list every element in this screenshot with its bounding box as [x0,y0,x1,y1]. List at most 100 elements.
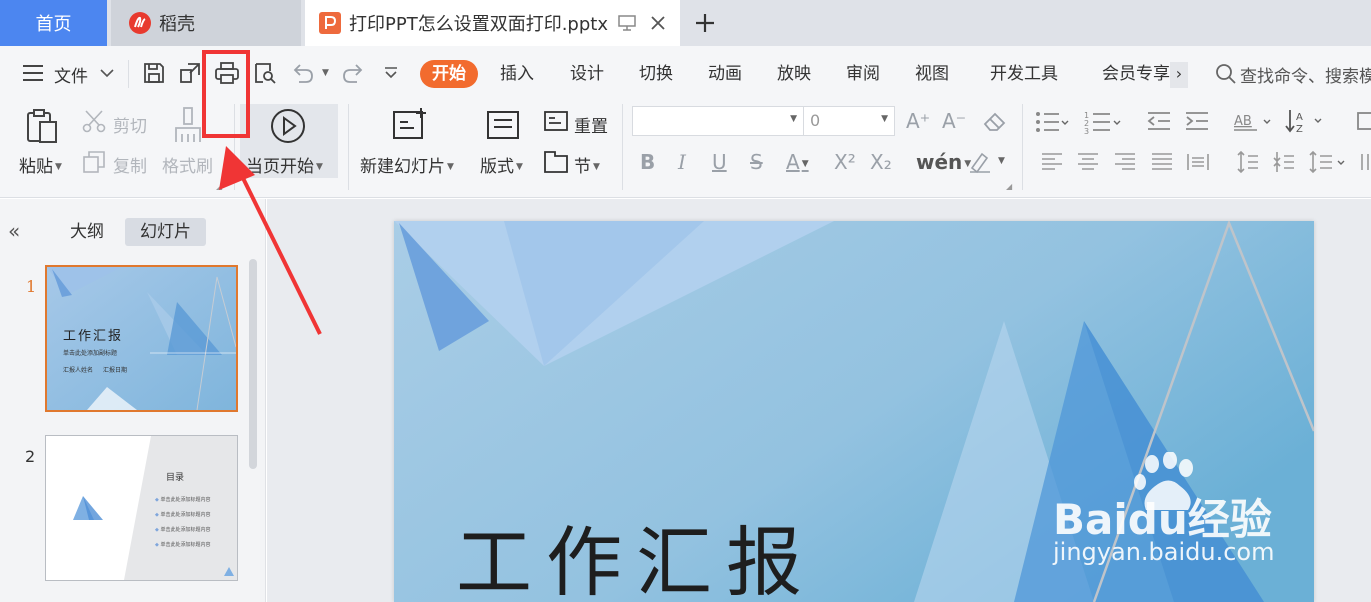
font-launcher-icon[interactable]: ◢ [1006,182,1012,191]
font-color-icon[interactable]: A ▼ [786,150,809,174]
search-input[interactable]: 查找命令、搜索模板 [1240,62,1371,87]
export-icon[interactable] [175,58,205,88]
format-painter-button[interactable]: 格式刷 [162,152,213,177]
file-menu[interactable]: 文件 [54,62,88,87]
align-left-icon[interactable] [1040,152,1064,172]
new-tab-button[interactable] [690,9,720,37]
tab-daoke-label: 稻壳 [159,14,195,35]
panel-scrollbar[interactable] [249,259,257,469]
chevron-down-icon[interactable] [100,68,114,78]
copy-icon[interactable] [82,150,106,174]
play-icon[interactable] [270,108,306,144]
ribbon-tab-insert[interactable]: 插入 [500,60,534,88]
hamburger-icon[interactable] [22,64,44,82]
align-center-icon[interactable] [1076,152,1100,172]
subscript-icon[interactable]: X₂ [870,150,892,174]
slide-thumbnail-1[interactable]: 工作汇报 单击此处添加副标题 汇报人姓名 汇报日期 [45,265,238,412]
copy-button[interactable]: 复制 [113,152,147,177]
text-direction-icon[interactable]: AB [1233,110,1273,134]
strikethrough-icon[interactable]: S [750,150,763,174]
tab-bar: 首页 稻壳 打印PPT怎么设置双面打印.pptx [0,0,1371,46]
decrease-font-icon[interactable]: A⁻ [942,109,966,133]
superscript-icon[interactable]: X² [834,150,856,174]
cut-button[interactable]: 剪切 [113,112,147,137]
bullet-list-icon[interactable] [1035,110,1069,134]
align-right-icon[interactable] [1113,152,1137,172]
font-name-combo[interactable]: ▼ [632,106,804,136]
font-size-combo[interactable]: 0 ▼ [803,106,895,136]
redo-icon[interactable] [338,58,368,88]
tab-document[interactable]: 打印PPT怎么设置双面打印.pptx [305,0,680,46]
increase-font-icon[interactable]: A⁺ [906,109,930,133]
line-spacing-icon[interactable] [1236,150,1260,174]
section-button[interactable]: 节 ▼ [574,152,600,177]
paragraph-spacing-icon[interactable] [1272,150,1296,174]
more-paragraph-icon[interactable] [1356,110,1371,132]
italic-icon[interactable]: I [678,150,686,174]
ribbon-tab-start[interactable]: 开始 [420,60,478,88]
ribbon-tab-transition[interactable]: 切换 [639,60,673,88]
reset-icon[interactable] [543,110,569,132]
tab-daoke[interactable]: 稻壳 [111,0,301,46]
font-size-dropdown-icon[interactable]: ▼ [881,114,888,124]
font-name-dropdown-icon[interactable]: ▼ [790,114,797,124]
paste-button[interactable]: 粘贴 ▼ [19,152,62,177]
ribbon-tab-animation[interactable]: 动画 [708,60,742,88]
ribbon-scroll-right[interactable]: › [1170,62,1188,88]
svg-text:AB: AB [1234,114,1252,129]
ribbon-tab-review[interactable]: 审阅 [846,60,880,88]
slide-title[interactable]: 工作汇报 [456,501,816,602]
justify-icon[interactable] [1150,152,1174,172]
ppt-file-icon [319,12,341,34]
layout-button[interactable]: 版式 ▼ [480,152,523,177]
ribbon-tab-design[interactable]: 设计 [570,60,604,88]
svg-text:3: 3 [1084,127,1089,134]
format-painter-icon[interactable] [172,106,204,144]
highlight-icon[interactable] [968,150,992,174]
layout-icon[interactable] [486,110,520,140]
numbered-list-icon[interactable]: 123 [1084,110,1122,134]
section-icon[interactable] [543,150,569,174]
customize-toolbar-icon[interactable] [376,58,406,88]
print-preview-icon[interactable] [250,58,280,88]
reset-button[interactable]: 重置 [574,112,608,137]
thumb2-item: ◆ 单击此处添加标题内容 [155,512,211,518]
start-from-current-button[interactable]: 当页开始 ▼ [246,152,323,177]
tab-slides[interactable]: 幻灯片 [125,218,206,246]
underline-icon[interactable]: U [712,150,727,174]
eraser-icon[interactable] [982,110,1008,132]
thumb1-subtitle: 单击此处添加副标题 [63,350,118,357]
sort-icon[interactable]: AZ [1284,108,1324,134]
ribbon-tab-view[interactable]: 视图 [915,60,949,88]
undo-icon[interactable] [288,58,318,88]
scissors-icon[interactable] [82,109,106,133]
distribute-icon[interactable] [1186,152,1210,172]
ribbon-tab-developer[interactable]: 开发工具 [990,60,1058,88]
thumb1-date: 汇报日期 [103,367,128,374]
tab-outline[interactable]: 大纲 [55,218,119,246]
font-size-value: 0 [810,111,821,130]
tab-home[interactable]: 首页 [0,0,107,46]
new-slide-button[interactable]: 新建幻灯片 ▼ [360,152,454,177]
increase-indent-icon[interactable] [1184,110,1210,132]
phonetic-icon[interactable]: wén ▼ [916,150,971,174]
undo-dropdown-icon[interactable]: ▼ [322,68,329,78]
thumb1-reporter: 汇报人姓名 [63,367,94,374]
slide-thumbnail-2[interactable]: 目录 ◆ 单击此处添加标题内容 ◆ 单击此处添加标题内容 ◆ 单击此处添加标题内… [45,435,238,581]
new-slide-icon[interactable] [392,108,428,140]
paste-icon[interactable] [24,108,60,144]
ribbon-tab-slideshow[interactable]: 放映 [777,60,811,88]
save-icon[interactable] [139,58,169,88]
spacing-options-icon[interactable] [1308,150,1348,174]
columns-icon[interactable] [1360,152,1371,172]
ribbon-tab-member[interactable]: 会员专享 [1102,60,1170,88]
close-tab-icon[interactable] [650,15,666,31]
thumb2-item: ◆ 单击此处添加标题内容 [155,527,211,533]
present-icon[interactable] [618,15,636,31]
svg-text:Z: Z [1296,124,1303,134]
bold-icon[interactable]: B [640,150,655,174]
decrease-indent-icon[interactable] [1146,110,1172,132]
clipboard-launcher-icon[interactable]: ◢ [216,182,222,191]
thumb1-title: 工作汇报 [63,329,124,344]
collapse-panel-icon[interactable]: « [8,219,20,243]
